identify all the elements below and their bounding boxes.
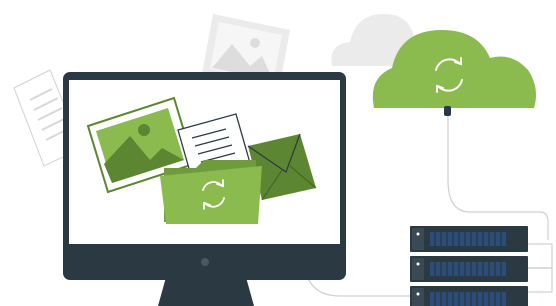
server-rack-icon (410, 226, 528, 306)
cloud-sync-illustration (0, 0, 556, 306)
server-unit (410, 256, 528, 282)
server-unit (410, 226, 528, 252)
server-unit (410, 286, 528, 306)
power-led (201, 258, 209, 266)
folder-sync-icon (160, 160, 262, 224)
